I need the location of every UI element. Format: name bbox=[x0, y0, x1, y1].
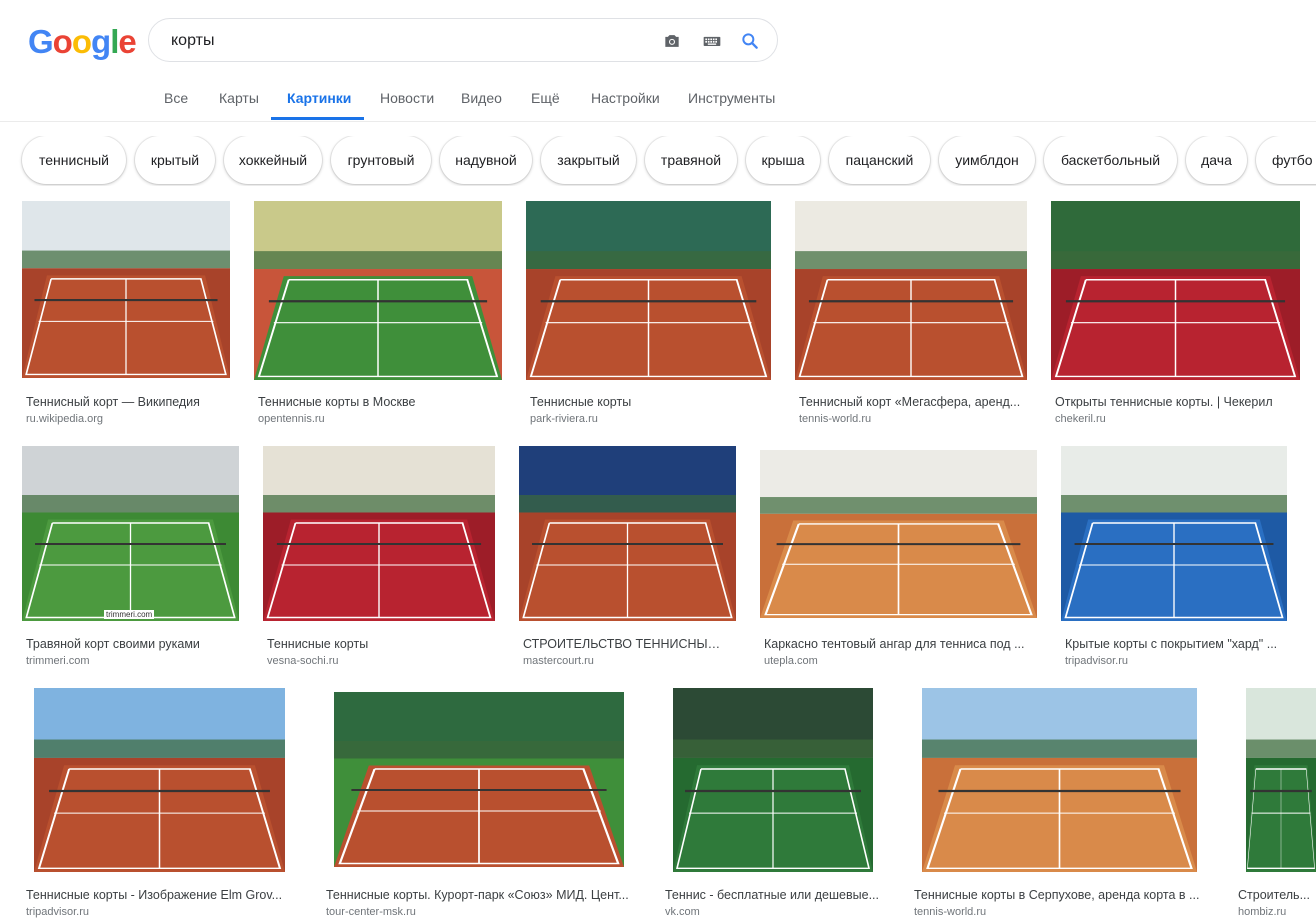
result-thumbnail[interactable]: trimmeri.com bbox=[22, 446, 239, 621]
result-domain[interactable]: tripadvisor.ru bbox=[1065, 655, 1287, 667]
result-title[interactable]: Каркасно тентовый ангар для тенниса под … bbox=[764, 637, 1034, 651]
tab-more[interactable]: Ещё bbox=[531, 90, 560, 106]
tab-tools[interactable]: Инструменты bbox=[688, 90, 775, 106]
logo-letter: o bbox=[52, 23, 73, 60]
result-thumbnail[interactable] bbox=[22, 201, 230, 378]
result-domain[interactable]: opentennis.ru bbox=[258, 413, 490, 425]
tab-images[interactable]: Картинки bbox=[287, 90, 351, 106]
result-thumbnail[interactable] bbox=[1051, 201, 1300, 380]
result-title[interactable]: Теннисные корты bbox=[267, 637, 487, 651]
camera-icon[interactable] bbox=[661, 31, 683, 51]
related-chips: теннисный крытый хоккейный грунтовый над… bbox=[0, 136, 1316, 186]
result-thumbnail[interactable] bbox=[254, 201, 502, 380]
result-domain[interactable]: utepla.com bbox=[764, 655, 1034, 667]
chip[interactable]: надувной bbox=[440, 136, 532, 184]
result-thumbnail[interactable] bbox=[519, 446, 736, 621]
result-domain[interactable]: mastercourt.ru bbox=[523, 655, 728, 667]
result-title[interactable]: Теннисный корт — Википедия bbox=[26, 395, 216, 409]
logo-letter: e bbox=[118, 23, 136, 60]
result-thumbnail[interactable] bbox=[34, 688, 285, 872]
tab-settings[interactable]: Настройки bbox=[591, 90, 660, 106]
tennis-court-image bbox=[519, 446, 736, 621]
tennis-court-image bbox=[795, 201, 1027, 380]
tab-all[interactable]: Все bbox=[164, 90, 188, 106]
logo-letter: G bbox=[28, 23, 54, 60]
chip[interactable]: грунтовый bbox=[331, 136, 431, 184]
result-title[interactable]: Крытые корты с покрытием "хард" ... bbox=[1065, 637, 1287, 651]
tennis-court-image bbox=[526, 201, 771, 380]
tennis-court-image bbox=[922, 688, 1197, 872]
result-thumbnail[interactable] bbox=[334, 692, 624, 867]
tennis-court-image bbox=[34, 688, 285, 872]
keyboard-icon[interactable] bbox=[701, 31, 723, 51]
search-icon[interactable] bbox=[739, 31, 761, 51]
chip[interactable]: крыша bbox=[746, 136, 820, 184]
chip[interactable]: хоккейный bbox=[224, 136, 322, 184]
chip[interactable]: закрытый bbox=[541, 136, 636, 184]
result-thumbnail[interactable] bbox=[1246, 688, 1316, 872]
result-title[interactable]: Теннисные корты - Изображение Elm Grov..… bbox=[26, 888, 296, 902]
result-domain[interactable]: vk.com bbox=[665, 906, 880, 918]
chip[interactable]: теннисный bbox=[22, 136, 126, 184]
result-domain[interactable]: tripadvisor.ru bbox=[26, 906, 296, 918]
tennis-court-image bbox=[22, 446, 239, 621]
search-box bbox=[148, 18, 778, 62]
result-title[interactable]: Теннисные корты в Серпухове, аренда корт… bbox=[914, 888, 1204, 902]
result-domain[interactable]: tour-center-msk.ru bbox=[326, 906, 636, 918]
result-thumbnail[interactable] bbox=[922, 688, 1197, 872]
chip[interactable]: футбо bbox=[1256, 136, 1316, 184]
result-title[interactable]: Теннисный корт «Мегасфера, аренд... bbox=[799, 395, 1027, 409]
result-title[interactable]: Открыты теннисные корты. | Чекерил bbox=[1055, 395, 1301, 409]
tennis-court-image bbox=[1061, 446, 1287, 621]
tab-news[interactable]: Новости bbox=[380, 90, 434, 106]
logo-letter: o bbox=[71, 23, 92, 60]
result-title[interactable]: Строитель... bbox=[1238, 888, 1316, 902]
watermark-label: trimmeri.com bbox=[104, 610, 155, 619]
result-domain[interactable]: park-riviera.ru bbox=[530, 413, 755, 425]
logo-letter: g bbox=[91, 23, 111, 60]
chip[interactable]: травяной bbox=[645, 136, 737, 184]
tennis-court-image bbox=[760, 450, 1037, 618]
result-title[interactable]: Теннисные корты. Курорт-парк «Союз» МИД.… bbox=[326, 888, 636, 902]
search-tabs: Все Карты Картинки Новости Видео Ещё Нас… bbox=[0, 80, 1316, 122]
result-domain[interactable]: vesna-sochi.ru bbox=[267, 655, 487, 667]
result-title[interactable]: Теннисные корты в Москве bbox=[258, 395, 490, 409]
tennis-court-image bbox=[22, 201, 230, 378]
tennis-court-image bbox=[673, 688, 873, 872]
result-title[interactable]: Теннис - бесплатные или дешевые... bbox=[665, 888, 880, 902]
result-thumbnail[interactable] bbox=[526, 201, 771, 380]
search-input[interactable] bbox=[169, 29, 643, 53]
google-logo[interactable]: Google bbox=[28, 23, 137, 60]
result-thumbnail[interactable] bbox=[795, 201, 1027, 380]
result-title[interactable]: СТРОИТЕЛЬСТВО ТЕННИСНЫХ ... bbox=[523, 637, 728, 651]
result-domain[interactable]: trimmeri.com bbox=[26, 655, 226, 667]
chip[interactable]: дача bbox=[1186, 136, 1247, 184]
result-thumbnail[interactable] bbox=[1061, 446, 1287, 621]
result-domain[interactable]: chekeril.ru bbox=[1055, 413, 1301, 425]
chip[interactable]: пацанский bbox=[829, 136, 930, 184]
result-thumbnail[interactable] bbox=[673, 688, 873, 872]
result-domain[interactable]: ru.wikipedia.org bbox=[26, 413, 216, 425]
result-domain[interactable]: tennis-world.ru bbox=[799, 413, 1027, 425]
result-thumbnail[interactable] bbox=[263, 446, 495, 621]
tab-video[interactable]: Видео bbox=[461, 90, 502, 106]
tennis-court-image bbox=[334, 692, 624, 867]
result-domain[interactable]: hombiz.ru bbox=[1238, 906, 1316, 918]
result-thumbnail[interactable] bbox=[760, 450, 1037, 618]
tab-maps[interactable]: Карты bbox=[219, 90, 259, 106]
result-title[interactable]: Теннисные корты bbox=[530, 395, 755, 409]
chip[interactable]: уимблдон bbox=[939, 136, 1035, 184]
tennis-court-image bbox=[1246, 688, 1316, 872]
tennis-court-image bbox=[263, 446, 495, 621]
chip[interactable]: крытый bbox=[135, 136, 215, 184]
active-tab-indicator bbox=[271, 117, 364, 120]
tennis-court-image bbox=[254, 201, 502, 380]
result-title[interactable]: Травяной корт своими руками bbox=[26, 637, 226, 651]
result-domain[interactable]: tennis-world.ru bbox=[914, 906, 1204, 918]
chip[interactable]: баскетбольный bbox=[1044, 136, 1177, 184]
tennis-court-image bbox=[1051, 201, 1300, 380]
